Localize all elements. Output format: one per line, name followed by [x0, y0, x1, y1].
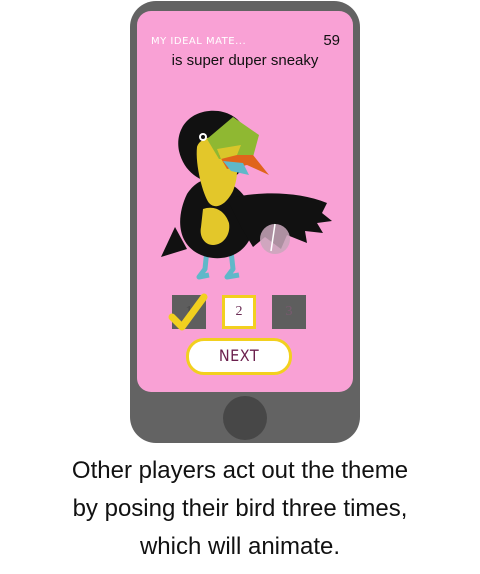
prompt-label: MY IDEAL MATE...: [151, 36, 247, 47]
caption-line-2: by posing their bird three times,: [72, 495, 408, 522]
pose-2-button[interactable]: 2: [222, 295, 256, 329]
phone-frame: MY IDEAL MATE... 59 is super duper sneak…: [130, 1, 360, 443]
toucan-bird-illustration[interactable]: [157, 99, 347, 289]
pose-2-label: 2: [235, 304, 243, 319]
score-counter: 59: [323, 32, 340, 49]
pose-selector: 1 2 3: [168, 293, 312, 333]
pose-1-button[interactable]: 1: [168, 293, 208, 331]
pose-3-label: 3: [285, 304, 293, 319]
caption-line-3: which will animate.: [139, 533, 341, 560]
theme-text: is super duper sneaky: [171, 52, 319, 69]
game-screen: MY IDEAL MATE... 59 is super duper sneak…: [137, 11, 353, 392]
pose-3-button[interactable]: 3: [272, 295, 306, 329]
pose-1-label: 1: [185, 304, 193, 319]
caption: Other players act out the theme by posin…: [0, 452, 480, 566]
next-button-label: NEXT: [218, 346, 260, 365]
caption-line-1: Other players act out the theme: [71, 457, 409, 484]
next-button[interactable]: NEXT: [186, 338, 292, 375]
home-button[interactable]: [223, 396, 267, 440]
